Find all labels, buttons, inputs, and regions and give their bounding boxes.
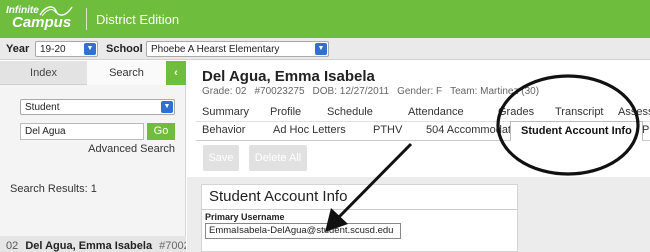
infinite-campus-logo[interactable]: Infinite Campus [6, 5, 73, 30]
tab-index[interactable]: Index [0, 61, 87, 85]
student-grade: Grade: 02 [202, 86, 247, 97]
tab-search[interactable]: Search [87, 61, 166, 85]
result-id: #70023275 [159, 240, 186, 252]
search-panel: Index Search ‹ Student ▼ Del Agua Go Adv… [0, 61, 186, 252]
student-gender: Gender: F [397, 86, 443, 97]
save-button[interactable]: Save [203, 145, 239, 171]
go-button[interactable]: Go [147, 123, 175, 140]
collapse-panel-button[interactable]: ‹ [166, 61, 186, 85]
tab-summary[interactable]: Summary [202, 106, 249, 118]
tab-attendance[interactable]: Attendance [408, 106, 464, 118]
primary-username-label: Primary Username [205, 212, 285, 222]
tab-ad-hoc-letters[interactable]: Ad Hoc Letters [273, 124, 346, 136]
school-select-value: Phoebe A Hearst Elementary [151, 44, 280, 55]
delete-all-button[interactable]: Delete All [249, 145, 307, 171]
chevron-down-icon: ▼ [161, 101, 173, 113]
result-grade: 02 [6, 240, 19, 252]
primary-username-field[interactable]: EmmaIsabela-DelAgua@student.scusd.edu [205, 223, 401, 239]
advanced-search-link[interactable]: Advanced Search [60, 143, 175, 155]
card-title: Student Account Info [209, 188, 348, 205]
tab-profile[interactable]: Profile [270, 106, 301, 118]
student-team: Team: Martinez (30) [450, 86, 540, 97]
search-input[interactable]: Del Agua [20, 123, 144, 140]
search-type-select[interactable]: Student ▼ [20, 99, 175, 115]
student-name: Del Agua, Emma Isabela [202, 68, 375, 85]
tab-behavior[interactable]: Behavior [202, 124, 245, 136]
search-result-row[interactable]: 02 Del Agua, Emma Isabela #70023275 [0, 236, 186, 252]
student-dob: DOB: 12/27/2011 [312, 86, 390, 97]
tab-schedule[interactable]: Schedule [327, 106, 373, 118]
school-label: School [106, 43, 143, 55]
logo-swoosh-icon [39, 6, 73, 17]
edition-label: District Edition [96, 12, 180, 27]
chevron-down-icon: ▼ [315, 43, 327, 55]
app-header: Infinite Campus District Edition [0, 0, 650, 38]
tab-assessment[interactable]: Assessment [618, 106, 650, 118]
search-type-value: Student [25, 102, 60, 113]
tab-pthv[interactable]: PTHV [373, 124, 402, 136]
tab-row-2: Behavior Ad Hoc Letters PTHV 504 Accommo… [196, 121, 650, 142]
header-divider [86, 8, 87, 30]
chevron-down-icon: ▼ [84, 43, 96, 55]
school-select[interactable]: Phoebe A Hearst Elementary ▼ [146, 41, 329, 57]
tab-overflow[interactable]: P [642, 124, 649, 136]
chevron-left-icon: ‹ [174, 67, 178, 79]
search-results-count: Search Results: 1 [10, 183, 97, 195]
context-bar: Year 19-20 ▼ School Phoebe A Hearst Elem… [0, 38, 650, 60]
action-bar: Save Delete All [187, 141, 650, 177]
student-id: #70023275 [254, 86, 305, 97]
year-select-value: 19-20 [40, 44, 66, 55]
student-meta: Grade: 02 #70023275 DOB: 12/27/2011 Gender:… [202, 86, 547, 97]
year-label: Year [6, 43, 30, 55]
tab-row-1: Summary Profile Schedule Attendance Grad… [196, 103, 650, 122]
year-select[interactable]: 19-20 ▼ [35, 41, 98, 57]
tab-grades[interactable]: Grades [498, 106, 534, 118]
tab-transcript[interactable]: Transcript [555, 106, 604, 118]
result-name: Del Agua, Emma Isabela [25, 240, 153, 252]
card-divider [202, 209, 517, 210]
tab-student-account-info[interactable]: Student Account Info [510, 121, 643, 142]
